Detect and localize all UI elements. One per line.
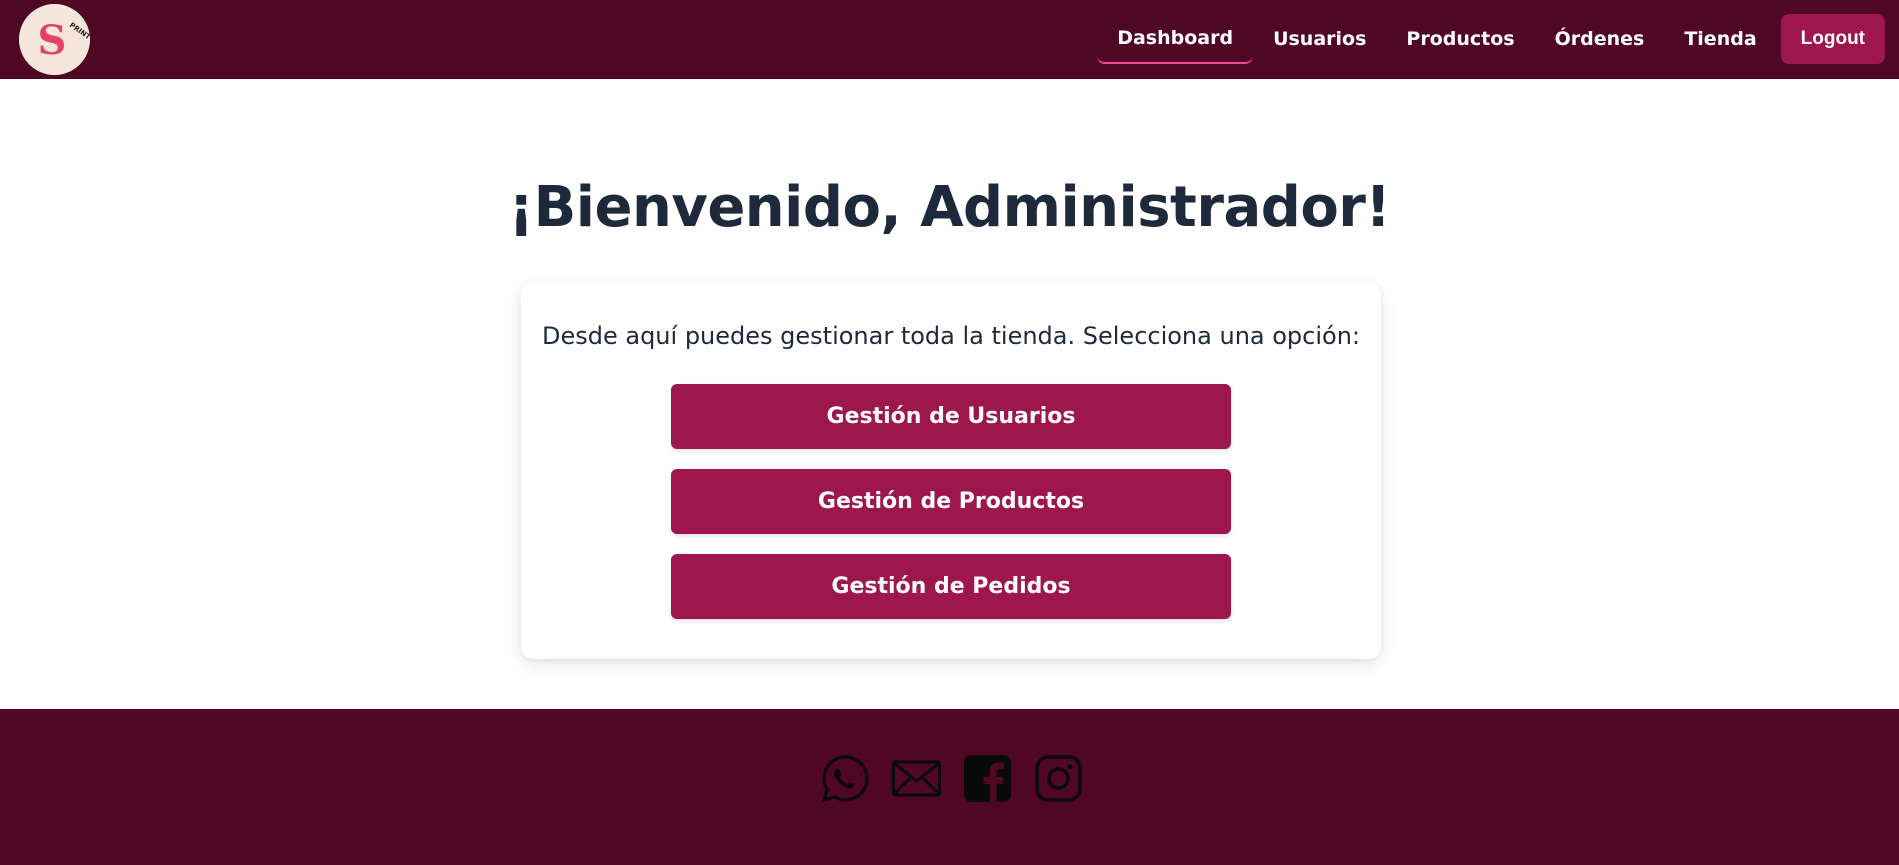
manage-users-button[interactable]: Gestión de Usuarios bbox=[671, 384, 1231, 449]
manage-orders-button[interactable]: Gestión de Pedidos bbox=[671, 554, 1231, 619]
page-title: ¡Bienvenido, Administrador! bbox=[508, 175, 1391, 240]
s-print-logo-icon: S PRINT bbox=[19, 4, 90, 75]
nav-ordenes[interactable]: Órdenes bbox=[1535, 14, 1665, 64]
nav-productos[interactable]: Productos bbox=[1386, 14, 1534, 64]
intro-text: Desde aquí puedes gestionar toda la tien… bbox=[541, 322, 1360, 350]
footer bbox=[0, 709, 1899, 865]
facebook-icon[interactable] bbox=[962, 753, 1013, 804]
main-nav: Dashboard Usuarios Productos Órdenes Tie… bbox=[1097, 14, 1885, 64]
social-links bbox=[820, 753, 1084, 804]
logo[interactable]: S PRINT bbox=[19, 4, 90, 75]
admin-options-card: Desde aquí puedes gestionar toda la tien… bbox=[521, 282, 1381, 659]
mail-icon[interactable] bbox=[891, 753, 942, 804]
nav-tienda[interactable]: Tienda bbox=[1664, 14, 1776, 64]
nav-dashboard[interactable]: Dashboard bbox=[1097, 14, 1254, 64]
instagram-icon[interactable] bbox=[1033, 753, 1084, 804]
logout-button[interactable]: Logout bbox=[1780, 14, 1885, 64]
whatsapp-icon[interactable] bbox=[820, 753, 871, 804]
manage-products-button[interactable]: Gestión de Productos bbox=[671, 469, 1231, 534]
svg-text:S: S bbox=[38, 17, 67, 64]
top-navbar: S PRINT Dashboard Usuarios Productos Órd… bbox=[0, 0, 1899, 79]
nav-usuarios[interactable]: Usuarios bbox=[1253, 14, 1386, 64]
